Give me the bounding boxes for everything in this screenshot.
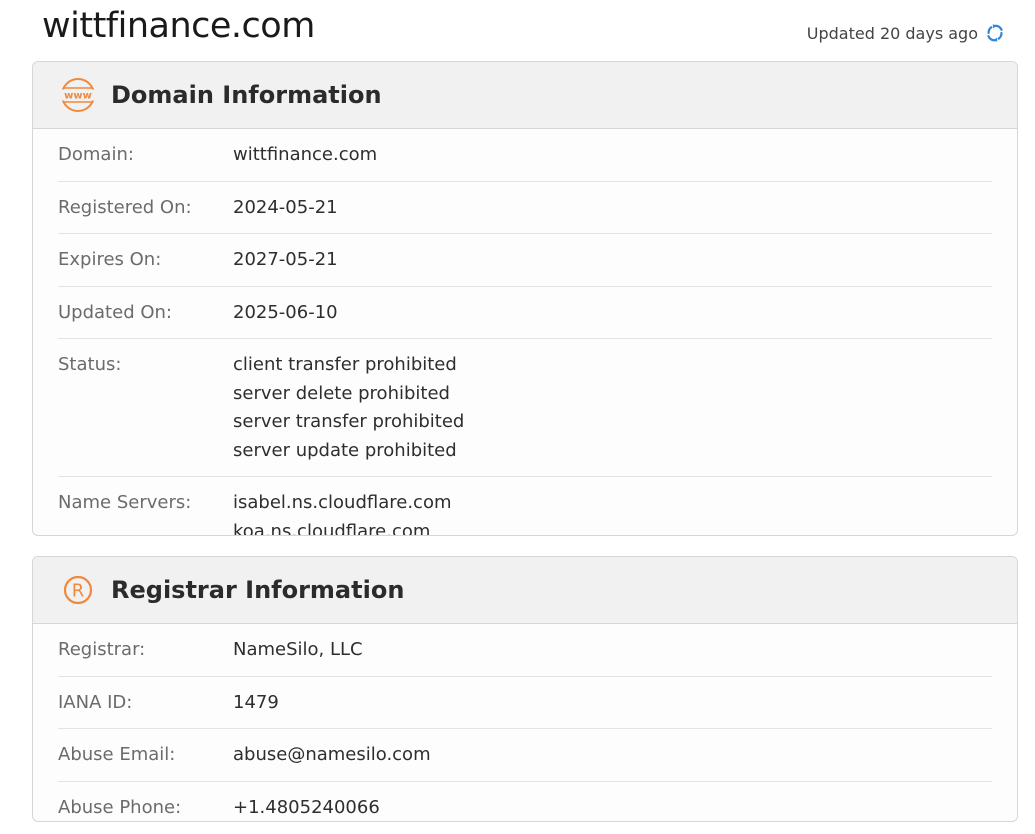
domain-information-rows: Domain: wittfinance.com Registered On: 2…: [33, 129, 1017, 536]
updated-on-value: 2025-06-10: [233, 301, 338, 323]
abuse-email-value: abuse@namesilo.com: [233, 744, 431, 765]
row-label: Registered On:: [58, 196, 192, 218]
svg-text:www: www: [64, 91, 92, 102]
table-row: Name Servers: isabel.ns.cloudflare.com k…: [58, 477, 992, 536]
domain-information-header: www Domain Information: [33, 62, 1017, 129]
row-label: Status:: [58, 354, 122, 375]
page: wittfinance.com Updated 20 days ago www …: [0, 0, 1035, 834]
status-value: client transfer prohibited: [233, 354, 457, 375]
table-row: Expires On: 2027-05-21: [58, 234, 992, 287]
registrar-value: NameSilo, LLC: [233, 639, 363, 660]
table-row: Updated On: 2025-06-10: [58, 287, 992, 339]
row-label: Expires On:: [58, 249, 162, 270]
www-icon: www: [59, 76, 97, 114]
row-label: Name Servers:: [58, 492, 192, 513]
domain-information-title: Domain Information: [111, 81, 382, 109]
table-row: Status: client transfer prohibited serve…: [58, 339, 992, 477]
table-row: Abuse Email: abuse@namesilo.com: [58, 729, 992, 782]
iana-id-value: 1479: [233, 691, 279, 713]
name-server-value: isabel.ns.cloudflare.com: [233, 492, 452, 513]
registrar-information-title: Registrar Information: [111, 576, 405, 604]
row-label: Abuse Email:: [58, 744, 176, 765]
updated-text: Updated 20 days ago: [806, 23, 978, 43]
row-label: Registrar:: [58, 639, 146, 660]
row-label: Updated On:: [58, 301, 172, 323]
expires-on-value: 2027-05-21: [233, 249, 338, 270]
domain-value: wittfinance.com: [233, 144, 378, 165]
table-row: Registered On: 2024-05-21: [58, 182, 992, 234]
registrar-information-card: R Registrar Information Registrar: NameS…: [32, 556, 1018, 822]
table-row: Domain: wittfinance.com: [58, 129, 992, 182]
row-value: +1.4805240066: [233, 794, 380, 822]
table-row: IANA ID: 1479: [58, 677, 992, 729]
row-label: Abuse Phone:: [58, 796, 182, 818]
status-value: server transfer prohibited: [233, 411, 465, 432]
table-row: Abuse Phone: +1.4805240066: [58, 782, 992, 822]
row-value: 2027-05-21: [233, 246, 338, 275]
row-value: 1479: [233, 689, 279, 718]
abuse-phone-value: +1.4805240066: [233, 796, 380, 818]
status-value: server update prohibited: [233, 439, 457, 461]
updated-status: Updated 20 days ago: [807, 22, 1006, 44]
svg-text:R: R: [72, 581, 85, 602]
row-value: NameSilo, LLC: [233, 636, 363, 665]
row-label: Domain:: [58, 144, 134, 165]
row-value: 2024-05-21: [233, 194, 338, 223]
name-server-value: koa.ns.cloudflare.com: [233, 520, 431, 536]
row-value: 2025-06-10: [233, 299, 338, 328]
registered-icon: R: [59, 571, 97, 609]
row-value: isabel.ns.cloudflare.com koa.ns.cloudfla…: [233, 489, 452, 536]
row-value: abuse@namesilo.com: [233, 741, 431, 770]
row-value: wittfinance.com: [233, 141, 377, 170]
page-title: wittfinance.com: [42, 6, 315, 46]
registered-on-value: 2024-05-21: [233, 196, 338, 218]
row-value: client transfer prohibited server delete…: [233, 351, 464, 465]
domain-information-card: www Domain Information Domain: wittfinan…: [32, 61, 1018, 536]
refresh-icon[interactable]: [984, 22, 1006, 44]
status-value: server delete prohibited: [233, 382, 450, 404]
table-row: Registrar: NameSilo, LLC: [58, 624, 992, 677]
row-label: IANA ID:: [58, 691, 133, 713]
registrar-information-header: R Registrar Information: [33, 557, 1017, 624]
registrar-information-rows: Registrar: NameSilo, LLC IANA ID: 1479 A…: [33, 624, 1017, 822]
